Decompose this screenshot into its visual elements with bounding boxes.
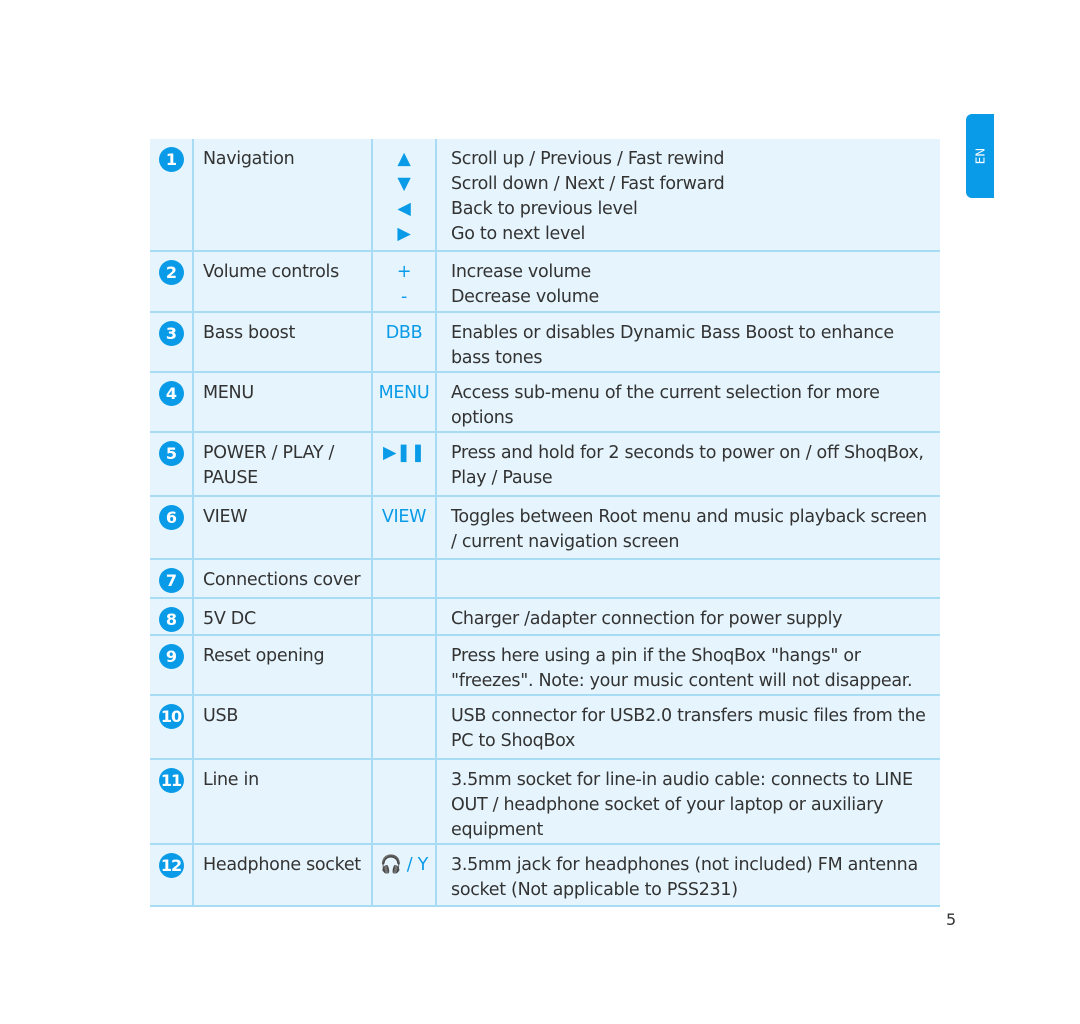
control-name: Volume controls <box>193 251 373 313</box>
control-symbol: + <box>396 262 412 282</box>
table-row: 11 Line in 3.5mm socket for line-in audi… <box>150 759 940 845</box>
control-name: Line in <box>193 759 373 845</box>
symbol-cell <box>372 635 437 696</box>
table-row: 10 USB USB connector for USB2.0 transfer… <box>150 695 940 760</box>
control-symbol: VIEW <box>381 507 427 527</box>
description-cell <box>436 559 940 599</box>
table-row: 4 MENU MENU Access sub-menu of the curre… <box>150 372 940 433</box>
table-row: 6 VIEW VIEW Toggles between Root menu an… <box>150 496 940 560</box>
description-line: Scroll down / Next / Fast forward <box>451 174 725 194</box>
description-cell: Increase volume Decrease volume <box>436 251 940 313</box>
description-cell: 3.5mm socket for line-in audio cable: co… <box>436 759 940 845</box>
description-cell: 3.5mm jack for headphones (not included)… <box>436 844 940 907</box>
description-line: Toggles between Root menu and music play… <box>451 507 927 552</box>
description-line: Back to previous level <box>451 199 638 219</box>
description-cell: Toggles between Root menu and music play… <box>436 496 940 560</box>
control-symbol: ▶ <box>397 224 411 244</box>
callout-number: 2 <box>158 260 184 285</box>
control-name: Headphone socket <box>193 844 373 907</box>
description-cell: Access sub-menu of the current selection… <box>436 372 940 433</box>
table-row: 2 Volume controls + - Increase volume Decr… <box>150 251 940 313</box>
description-line: Scroll up / Previous / Fast rewind <box>451 149 725 169</box>
page-number: 5 <box>946 910 957 929</box>
description-line: 3.5mm jack for headphones (not included)… <box>451 855 918 900</box>
language-tab: EN <box>966 114 994 198</box>
callout-number: 10 <box>158 704 184 729</box>
description-line: Decrease volume <box>451 287 599 307</box>
control-name: Reset opening <box>193 635 373 696</box>
table-row: 7 Connections cover <box>150 559 940 599</box>
description-cell: Press here using a pin if the ShoqBox "h… <box>436 635 940 696</box>
control-name: USB <box>193 695 373 760</box>
symbol-cell: VIEW <box>372 496 437 560</box>
control-name: Connections cover <box>193 559 373 599</box>
table-row: 1 Navigation ▲ ▼ ◀ ▶ Scroll up / Previous /… <box>150 139 940 252</box>
description-line: 3.5mm socket for line-in audio cable: co… <box>451 770 913 840</box>
symbol-cell: ▲ ▼ ◀ ▶ <box>372 139 437 252</box>
callout-number: 11 <box>158 768 184 793</box>
table-row: 9 Reset opening Press here using a pin i… <box>150 635 940 696</box>
control-name: 5V DC <box>193 598 373 636</box>
callout-number: 5 <box>158 441 184 466</box>
description-line: Press and hold for 2 seconds to power on… <box>451 443 924 488</box>
symbol-cell <box>372 559 437 599</box>
control-symbol: ▲ <box>397 149 411 169</box>
control-name: VIEW <box>193 496 373 560</box>
symbol-cell <box>372 695 437 760</box>
control-symbol: ▶❚❚ <box>383 443 425 463</box>
control-name: Bass boost <box>193 312 373 373</box>
description-cell: Press and hold for 2 seconds to power on… <box>436 432 940 497</box>
callout-number: 3 <box>158 321 184 346</box>
callout-number: 1 <box>158 147 184 172</box>
symbol-cell: ▶❚❚ <box>372 432 437 497</box>
control-symbol: - <box>400 287 407 307</box>
description-line: Press here using a pin if the ShoqBox "h… <box>451 646 913 691</box>
description-cell: USB connector for USB2.0 transfers music… <box>436 695 940 760</box>
table-row: 3 Bass boost DBB Enables or disables Dyn… <box>150 312 940 373</box>
callout-number: 4 <box>158 381 184 406</box>
control-name: MENU <box>193 372 373 433</box>
control-symbol: MENU <box>378 383 430 403</box>
description-cell: Charger /adapter connection for power su… <box>436 598 940 636</box>
callout-number: 6 <box>158 505 184 530</box>
control-name: POWER / PLAY / PAUSE <box>193 432 373 497</box>
table-row: 8 5V DC Charger /adapter connection for … <box>150 598 940 636</box>
description-line: USB connector for USB2.0 transfers music… <box>451 706 926 751</box>
symbol-cell: MENU <box>372 372 437 433</box>
control-symbol: ▼ <box>397 174 411 194</box>
callout-number: 8 <box>158 607 184 632</box>
description-cell: Scroll up / Previous / Fast rewind Scroll… <box>436 139 940 252</box>
control-symbol: 🎧 / Y <box>379 855 428 875</box>
symbol-cell: + - <box>372 251 437 313</box>
description-line: Charger /adapter connection for power su… <box>451 609 843 629</box>
table-row: 5 POWER / PLAY / PAUSE ▶❚❚ Press and hol… <box>150 432 940 497</box>
callout-number: 12 <box>158 853 184 878</box>
control-symbol: ◀ <box>397 199 411 219</box>
symbol-cell: DBB <box>372 312 437 373</box>
description-line: Increase volume <box>451 262 591 282</box>
description-cell: Enables or disables Dynamic Bass Boost t… <box>436 312 940 373</box>
table-row: 12 Headphone socket 🎧 / Y 3.5mm jack for… <box>150 844 940 907</box>
controls-table: 1 Navigation ▲ ▼ ◀ ▶ Scroll up / Previous /… <box>150 139 940 907</box>
control-name: Navigation <box>193 139 373 252</box>
description-line: Go to next level <box>451 224 586 244</box>
symbol-cell: 🎧 / Y <box>372 844 437 907</box>
callout-number: 9 <box>158 644 184 669</box>
description-line: Enables or disables Dynamic Bass Boost t… <box>451 323 894 368</box>
symbol-cell <box>372 598 437 636</box>
symbol-cell <box>372 759 437 845</box>
control-symbol: DBB <box>385 323 423 343</box>
callout-number: 7 <box>158 568 184 593</box>
description-line: Access sub-menu of the current selection… <box>451 383 880 428</box>
